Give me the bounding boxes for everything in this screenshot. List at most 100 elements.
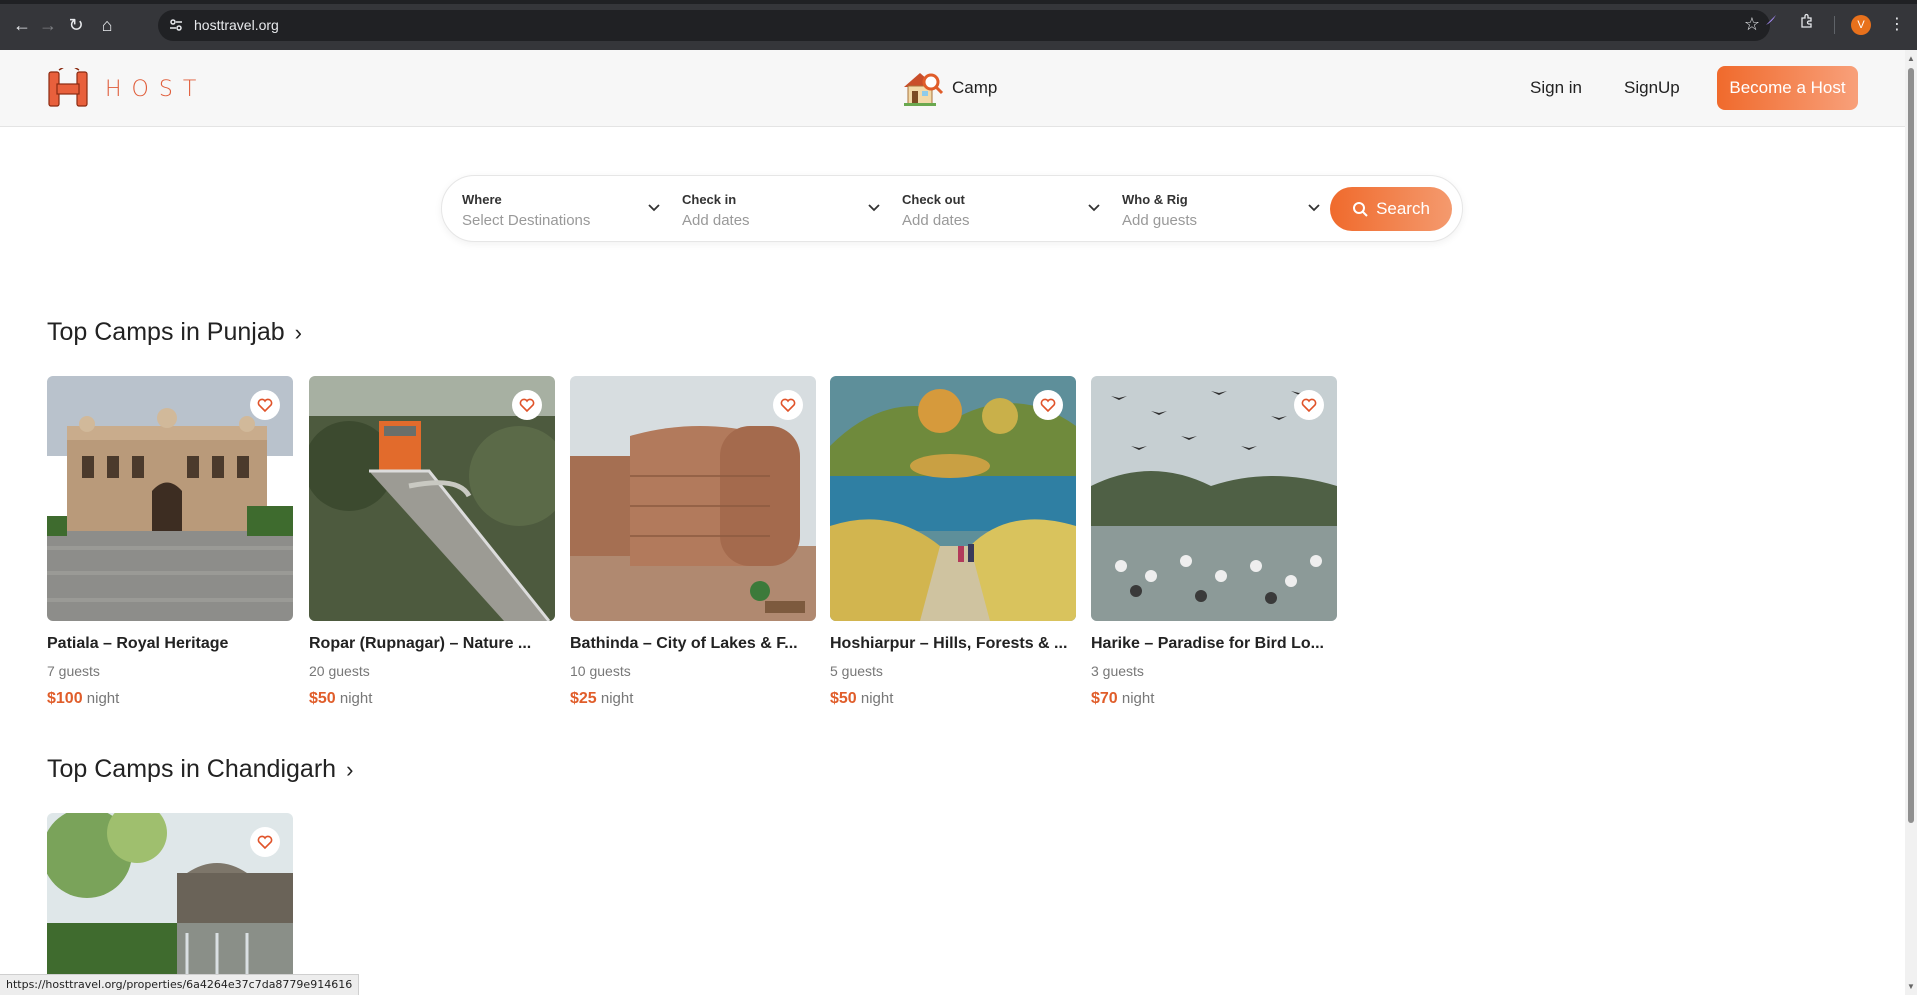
logo-wordmark: HOST — [105, 76, 207, 102]
heart-icon — [519, 398, 535, 413]
favorite-heart-button[interactable] — [1033, 390, 1063, 420]
card-guests: 10 guests — [570, 663, 631, 679]
heart-icon — [780, 398, 796, 413]
price-amount: $50 — [830, 690, 857, 707]
camp-card[interactable]: Hoshiarpur – Hills, Forests & ... 5 gues… — [830, 376, 1076, 708]
price-amount: $25 — [570, 690, 597, 707]
profile-avatar[interactable]: V — [1851, 15, 1871, 35]
camp-card[interactable]: Ropar (Rupnagar) – Nature ... 20 guests … — [309, 376, 555, 708]
chevron-down-icon — [1088, 204, 1100, 212]
tab-strip — [0, 0, 1917, 4]
camp-photo-palace[interactable] — [47, 376, 293, 621]
camp-photo-tower-walkway[interactable] — [309, 376, 555, 621]
card-guests: 5 guests — [830, 663, 883, 679]
search-button[interactable]: Search — [1330, 187, 1452, 231]
favorite-heart-button[interactable] — [773, 390, 803, 420]
reload-icon[interactable]: ↻ — [64, 13, 88, 37]
check-out-value: Add dates — [902, 212, 970, 229]
check-out-label: Check out — [902, 192, 965, 207]
card-title[interactable]: Ropar (Rupnagar) – Nature ... — [309, 635, 555, 653]
section-title-punjab[interactable]: Top Camps in Punjab › — [47, 318, 302, 347]
camp-photo-birds-wetland[interactable] — [1091, 376, 1337, 621]
extensions-puzzle-icon[interactable] — [1795, 13, 1819, 37]
check-out-field[interactable]: Check out Add dates — [902, 189, 1102, 233]
camp-photo-waterfall-garden[interactable] — [47, 813, 293, 995]
link-status-bar: https://hosttravel.org/properties/6a4264… — [0, 974, 360, 995]
forward-icon[interactable]: → — [36, 13, 60, 37]
card-price: $50 night — [309, 690, 555, 708]
card-price: $50 night — [830, 690, 1076, 708]
search-icon — [1353, 202, 1368, 217]
price-unit: night — [860, 690, 894, 707]
home-icon[interactable]: ⌂ — [95, 13, 119, 37]
section-title-chandigarh[interactable]: Top Camps in Chandigarh › — [47, 755, 353, 784]
chevron-right-icon: › — [294, 319, 302, 345]
chevron-right-icon: › — [346, 756, 354, 782]
camp-card[interactable] — [47, 813, 293, 995]
address-bar[interactable]: hosttravel.org ☆ — [158, 10, 1770, 41]
where-field[interactable]: Where Select Destinations — [462, 189, 662, 233]
card-title[interactable]: Patiala – Royal Heritage — [47, 635, 293, 653]
toolbar-divider — [1834, 16, 1835, 34]
where-label: Where — [462, 192, 502, 207]
section-heading: Top Camps in Chandigarh — [47, 755, 337, 783]
camp-photo-lake-path[interactable] — [830, 376, 1076, 621]
where-value: Select Destinations — [462, 212, 591, 229]
url-text[interactable]: hosttravel.org — [194, 17, 279, 33]
price-amount: $100 — [47, 690, 83, 707]
scrollbar-thumb[interactable] — [1908, 68, 1914, 823]
camp-card[interactable]: Patiala – Royal Heritage 7 guests $100 n… — [47, 376, 293, 708]
feather-extension-icon[interactable] — [1758, 13, 1782, 37]
heart-icon — [1040, 398, 1056, 413]
browser-toolbar: ← → ↻ ⌂ hosttravel.org ☆ V ⋮ — [0, 0, 1917, 50]
card-title[interactable]: Hoshiarpur – Hills, Forests & ... — [830, 635, 1076, 653]
sign-in-link[interactable]: Sign in — [1530, 78, 1582, 98]
check-in-value: Add dates — [682, 212, 750, 229]
become-host-button[interactable]: Become a Host — [1717, 66, 1858, 110]
camp-category-tab[interactable]: Camp — [900, 67, 997, 109]
search-button-label: Search — [1376, 199, 1430, 218]
chevron-down-icon — [868, 204, 880, 212]
camp-card[interactable]: Harike – Paradise for Bird Lo... 3 guest… — [1091, 376, 1337, 708]
guests-label: Who & Rig — [1122, 192, 1188, 207]
host-logo[interactable]: HOST — [47, 68, 206, 110]
camp-card[interactable]: Bathinda – City of Lakes & F... 10 guest… — [570, 376, 816, 708]
chevron-down-icon — [648, 204, 660, 212]
card-guests: 7 guests — [47, 663, 100, 679]
heart-icon — [1301, 398, 1317, 413]
page-scrollbar[interactable]: ▲ ▼ — [1905, 50, 1917, 995]
check-in-label: Check in — [682, 192, 737, 207]
scroll-up-arrow-icon[interactable]: ▲ — [1907, 54, 1915, 63]
favorite-heart-button[interactable] — [250, 390, 280, 420]
site-header: HOST Camp Sign in SignUp Become a Host — [0, 50, 1905, 127]
site-settings-icon[interactable] — [168, 17, 184, 33]
search-bar: Where Select Destinations Check in Add d… — [441, 175, 1463, 242]
card-title[interactable]: Bathinda – City of Lakes & F... — [570, 635, 816, 653]
check-in-field[interactable]: Check in Add dates — [682, 189, 882, 233]
section-heading: Top Camps in Punjab — [47, 318, 285, 346]
heart-icon — [257, 835, 273, 850]
host-logo-mark — [48, 68, 88, 107]
guests-value: Add guests — [1122, 212, 1198, 229]
price-unit: night — [339, 690, 373, 707]
sign-up-link[interactable]: SignUp — [1624, 78, 1680, 98]
heart-icon — [257, 398, 273, 413]
camp-house-search-icon — [904, 73, 944, 106]
card-guests: 20 guests — [309, 663, 370, 679]
back-icon[interactable]: ← — [10, 13, 34, 37]
price-unit: night — [600, 690, 634, 707]
price-amount: $70 — [1091, 690, 1118, 707]
menu-kebab-icon[interactable]: ⋮ — [1885, 13, 1909, 37]
favorite-heart-button[interactable] — [512, 390, 542, 420]
chevron-down-icon — [1308, 204, 1320, 212]
card-guests: 3 guests — [1091, 663, 1144, 679]
favorite-heart-button[interactable] — [1294, 390, 1324, 420]
camp-photo-fort[interactable] — [570, 376, 816, 621]
favorite-heart-button[interactable] — [250, 827, 280, 857]
scroll-down-arrow-icon[interactable]: ▼ — [1907, 982, 1915, 991]
guests-field[interactable]: Who & Rig Add guests — [1122, 189, 1322, 233]
card-title[interactable]: Harike – Paradise for Bird Lo... — [1091, 635, 1337, 653]
camp-tab-label: Camp — [952, 78, 998, 97]
price-unit: night — [1121, 690, 1155, 707]
card-price: $100 night — [47, 690, 293, 708]
